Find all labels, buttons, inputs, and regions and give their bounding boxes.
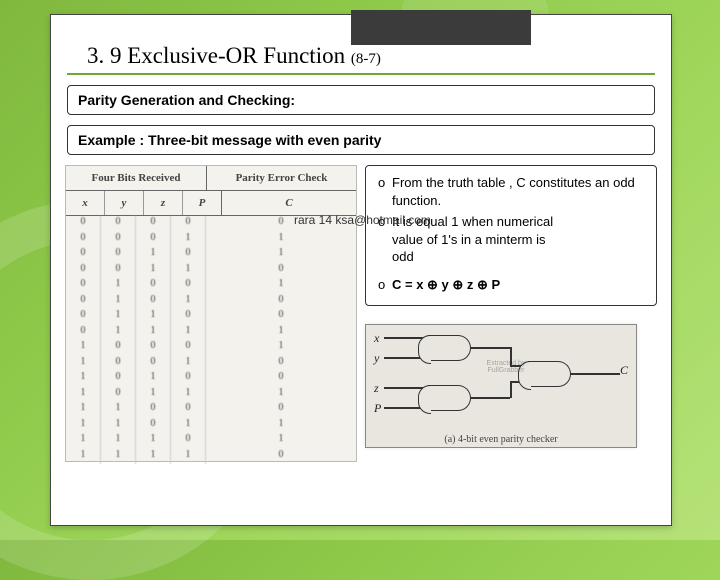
circuit-label-y: y: [374, 351, 379, 366]
table-row: 01100: [66, 309, 356, 325]
circuit-label-c: C: [620, 363, 628, 378]
table-head-left: Four Bits Received: [66, 166, 207, 190]
subtitle-box-2: Example : Three-bit message with even pa…: [67, 125, 655, 155]
branding-watermark: Extracted by FullGrabber: [481, 360, 531, 374]
col-x: x: [66, 191, 105, 215]
table-row: 00101: [66, 247, 356, 263]
bullet-3: C = x ⊕ y ⊕ z ⊕ P: [392, 276, 650, 294]
table-row: 10100: [66, 371, 356, 387]
subtitle-1-text: Parity Generation and Checking:: [78, 92, 295, 108]
table-row: 10010: [66, 356, 356, 372]
table-row: 10001: [66, 340, 356, 356]
table-row: 10111: [66, 387, 356, 403]
col-y: y: [105, 191, 144, 215]
email-overlay: rara 14 ksa@hotmail.com: [294, 212, 431, 228]
table-row: 00011: [66, 232, 356, 248]
table-row: 01001: [66, 278, 356, 294]
subtitle-box-1: Parity Generation and Checking:: [67, 85, 655, 115]
subtitle-2-text: Example : Three-bit message with even pa…: [78, 132, 381, 148]
truth-table: Four Bits Received Parity Error Check x …: [65, 165, 357, 462]
table-row: 00110: [66, 263, 356, 279]
xor-gate-2-icon: [428, 385, 471, 411]
bullet-1: From the truth table , C constitutes an …: [392, 174, 650, 209]
title-main: 3. 9 Exclusive-OR Function: [87, 43, 345, 68]
col-z: z: [144, 191, 183, 215]
table-row: 01010: [66, 294, 356, 310]
circuit-label-x: x: [374, 331, 379, 346]
table-row: 11101: [66, 433, 356, 449]
table-head-right: Parity Error Check: [207, 166, 356, 190]
xor-gate-3-icon: [528, 361, 571, 387]
table-row: 11000: [66, 402, 356, 418]
table-row: 01111: [66, 325, 356, 341]
table-row: 11110: [66, 449, 356, 465]
slide-card: 3. 9 Exclusive-OR Function (8-7) Parity …: [50, 14, 672, 526]
circuit-caption: (a) 4-bit even parity checker: [366, 434, 636, 445]
xor-gate-1-icon: [428, 335, 471, 361]
info-box: From the truth table , C constitutes an …: [365, 165, 657, 306]
decorative-header-bar: [351, 10, 531, 45]
circuit-label-z: z: [374, 381, 379, 396]
table-row: 11011: [66, 418, 356, 434]
table-body: 0000000011001010011001001010100110001111…: [66, 216, 356, 464]
circuit-label-p: P: [374, 401, 381, 416]
col-p: P: [183, 191, 222, 215]
title-sub: (8-7): [351, 51, 381, 67]
circuit-diagram: x y z P C Extracted by FullGr: [365, 324, 637, 448]
